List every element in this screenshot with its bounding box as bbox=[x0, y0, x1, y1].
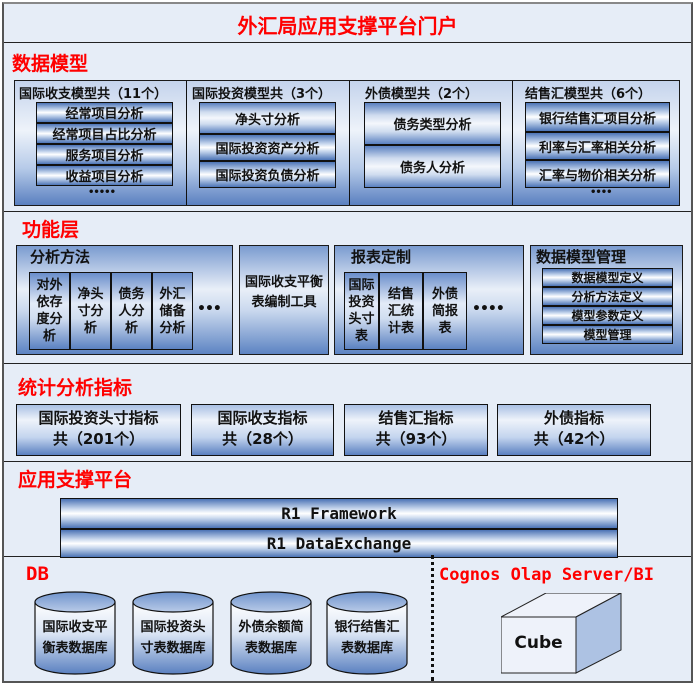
report-item-label: 结售汇统计表 bbox=[387, 286, 414, 336]
section-title-olap: Cognos Olap Server/BI bbox=[439, 565, 654, 585]
indicator-count: 共（42个） bbox=[533, 430, 615, 448]
database-cylinder[interactable]: 外债余额简 表数据库 bbox=[230, 591, 312, 675]
data-exchange-bar[interactable]: R1 DataExchange bbox=[60, 529, 618, 558]
report-item-label: 外债简报表 bbox=[431, 286, 458, 336]
model-item[interactable]: 收益项目分析 bbox=[36, 165, 173, 186]
function-layer-band: 功能层 分析方法 对外依存度分析 净头寸分析 债务人分析 外汇储备分析 ••• … bbox=[4, 212, 691, 364]
more-indicator: ••• bbox=[197, 301, 222, 317]
database-label-line: 表数据库 bbox=[244, 641, 297, 656]
section-title-function-layer: 功能层 bbox=[22, 219, 80, 241]
model-item[interactable]: 净头寸分析 bbox=[199, 102, 336, 134]
report-item[interactable]: 国际投资头寸表 bbox=[344, 272, 379, 350]
model-management-panel: 数据模型管理 数据模型定义 分析方法定义 模型参数定义 模型管理 bbox=[530, 245, 683, 355]
database-cylinder[interactable]: 国际收支平衡表数据库 bbox=[34, 591, 116, 675]
indicator-count: 共（201个） bbox=[52, 430, 145, 448]
data-model-band: 数据模型 国际收支模型共（11个） 经常项目分析 经常项目占比分析 服务项目分析… bbox=[4, 43, 691, 212]
indicator-name: 结售汇指标 bbox=[378, 409, 454, 427]
indicator-card[interactable]: 结售汇指标 共（93个） bbox=[344, 404, 488, 456]
model-group-title-bop: 国际收支模型共（11个） bbox=[19, 87, 168, 102]
model-groups: 国际收支模型共（11个） 经常项目分析 经常项目占比分析 服务项目分析 收益项目… bbox=[14, 80, 680, 206]
model-group-title-iip: 国际投资模型共（3个） bbox=[192, 87, 332, 102]
model-management-item[interactable]: 模型参数定义 bbox=[542, 306, 673, 325]
architecture-diagram: 外汇局应用支撑平台门户 数据模型 国际收支模型共（11个） 经常项目分析 经常项… bbox=[2, 2, 693, 683]
database-label-line: 银行结售汇 bbox=[334, 620, 400, 635]
model-management-item[interactable]: 分析方法定义 bbox=[542, 287, 673, 306]
db-olap-divider bbox=[431, 555, 434, 681]
section-title-data-model: 数据模型 bbox=[12, 53, 89, 75]
bop-compilation-tool-label: 国际收支平衡表编制工具 bbox=[244, 275, 323, 310]
database-label: 银行结售汇 表数据库 bbox=[326, 617, 408, 659]
analysis-method-item[interactable]: 净头寸分析 bbox=[70, 272, 111, 350]
report-customization-title: 报表定制 bbox=[351, 248, 412, 266]
indicator-count: 共（93个） bbox=[375, 430, 457, 448]
model-item[interactable]: 经常项目分析 bbox=[36, 102, 173, 123]
analysis-method-label: 对外依存度分析 bbox=[36, 278, 63, 344]
database-cylinder[interactable]: 国际投资头寸表数据库 bbox=[132, 591, 214, 675]
analysis-method-item[interactable]: 债务人分析 bbox=[111, 272, 152, 350]
analysis-method-item[interactable]: 外汇储备分析 bbox=[152, 272, 193, 350]
section-title-platform: 应用支撑平台 bbox=[18, 469, 133, 491]
section-title-indicators: 统计分析指标 bbox=[18, 377, 133, 399]
more-indicator: ••••• bbox=[88, 187, 116, 198]
analysis-methods-panel: 分析方法 对外依存度分析 净头寸分析 债务人分析 外汇储备分析 ••• bbox=[16, 245, 233, 355]
database-label-line: 外债余额简 bbox=[238, 620, 304, 635]
indicator-card[interactable]: 外债指标 共（42个） bbox=[497, 404, 651, 456]
analysis-method-label: 外汇储备分析 bbox=[159, 286, 186, 336]
indicator-card[interactable]: 国际投资头寸指标 共（201个） bbox=[16, 404, 181, 456]
indicator-name: 国际收支指标 bbox=[217, 409, 308, 427]
report-customization-panel: 报表定制 国际投资头寸表 结售汇统计表 外债简报表 •••• bbox=[334, 245, 524, 355]
database-label-line: 表数据库 bbox=[340, 641, 393, 656]
analysis-method-label: 净头寸分析 bbox=[77, 286, 104, 336]
database-label-line: 国际收支平 bbox=[42, 620, 108, 635]
more-indicator: •••• bbox=[590, 187, 613, 198]
model-item[interactable]: 经常项目占比分析 bbox=[36, 123, 173, 144]
analysis-method-item[interactable]: 对外依存度分析 bbox=[29, 272, 70, 350]
model-item[interactable]: 银行结售汇项目分析 bbox=[525, 102, 670, 132]
report-item[interactable]: 结售汇统计表 bbox=[379, 272, 423, 350]
model-item[interactable]: 服务项目分析 bbox=[36, 144, 173, 165]
indicator-count: 共（28个） bbox=[222, 430, 303, 448]
platform-band: 应用支撑平台 R1 Framework R1 DataExchange bbox=[4, 462, 691, 558]
database-label-line: 寸表数据库 bbox=[140, 641, 206, 656]
model-item[interactable]: 债务类型分析 bbox=[364, 102, 501, 145]
framework-bar[interactable]: R1 Framework bbox=[60, 498, 618, 529]
model-management-title: 数据模型管理 bbox=[536, 248, 627, 266]
indicator-name: 国际投资头寸指标 bbox=[38, 409, 159, 427]
group-divider bbox=[349, 81, 350, 205]
model-item[interactable]: 国际投资负债分析 bbox=[199, 161, 336, 188]
section-title-db: DB bbox=[26, 563, 49, 585]
indicators-band: 统计分析指标 国际投资头寸指标 共（201个） 国际收支指标 共（28个） 结售… bbox=[4, 364, 691, 462]
database-cylinder[interactable]: 银行结售汇 表数据库 bbox=[326, 591, 408, 675]
more-indicator: •••• bbox=[472, 301, 505, 317]
database-label: 外债余额简 表数据库 bbox=[230, 617, 312, 659]
group-divider bbox=[512, 81, 513, 205]
database-label-line: 衡表数据库 bbox=[42, 641, 108, 656]
indicator-card[interactable]: 国际收支指标 共（28个） bbox=[191, 404, 334, 456]
model-group-title-fx-settlement: 结售汇模型共（6个） bbox=[525, 87, 652, 102]
storage-band: DB 国际收支平 衡表数据库 国际投资头 寸表数据库 外债余额简 表数据库 银行… bbox=[4, 557, 691, 681]
report-item-label: 国际投资头寸表 bbox=[348, 278, 375, 344]
report-item[interactable]: 外债简报表 bbox=[423, 272, 467, 350]
olap-cube[interactable]: Cube bbox=[500, 592, 625, 677]
model-group-title-external-debt: 外债模型共（2个） bbox=[365, 87, 479, 102]
model-item[interactable]: 利率与汇率相关分析 bbox=[525, 132, 670, 160]
database-label-line: 国际投资头 bbox=[140, 620, 206, 635]
model-item[interactable]: 债务人分析 bbox=[364, 145, 501, 188]
model-item[interactable]: 汇率与物价相关分析 bbox=[525, 160, 670, 188]
indicator-name: 外债指标 bbox=[543, 409, 604, 427]
model-item[interactable]: 国际投资资产分析 bbox=[199, 134, 336, 161]
database-label: 国际投资头寸表数据库 bbox=[132, 617, 214, 659]
database-label: 国际收支平衡表数据库 bbox=[34, 617, 116, 659]
cube-label: Cube bbox=[514, 633, 563, 653]
header-band: 外汇局应用支撑平台门户 bbox=[4, 4, 691, 43]
group-divider bbox=[186, 81, 187, 205]
bop-compilation-tool[interactable]: 国际收支平衡表编制工具 bbox=[239, 245, 329, 355]
analysis-method-label: 债务人分析 bbox=[118, 286, 145, 336]
analysis-methods-title: 分析方法 bbox=[30, 248, 91, 266]
page-title: 外汇局应用支撑平台门户 bbox=[237, 14, 458, 38]
model-management-item[interactable]: 模型管理 bbox=[542, 325, 673, 344]
model-management-item[interactable]: 数据模型定义 bbox=[542, 268, 673, 287]
